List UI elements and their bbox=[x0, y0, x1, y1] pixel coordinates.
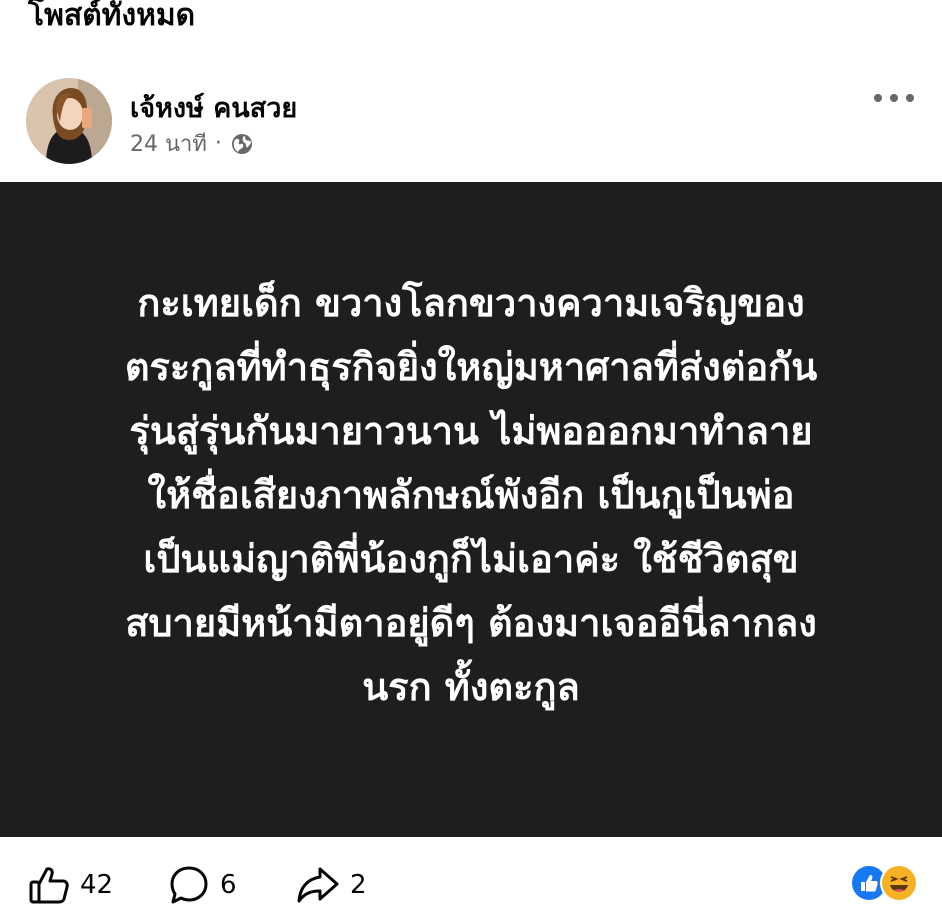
post-text-line: นรก ทั้งตะกูล bbox=[362, 664, 580, 709]
thumbs-up-icon bbox=[28, 864, 70, 906]
post-time[interactable]: 24 นาที bbox=[130, 126, 207, 161]
post-text: กะเทยเด็ก ขวางโลกขวางความเจริญของ ตระกูล… bbox=[71, 271, 871, 719]
like-count: 42 bbox=[80, 870, 114, 900]
globe-icon bbox=[230, 132, 254, 156]
haha-reaction-icon bbox=[880, 864, 918, 902]
post-text-line: เป็นแม่ญาติพี่น้องกูก็ไม่เอาค่ะ ใช้ชีวิต… bbox=[143, 536, 799, 581]
post-header: เจ้หงษ์ คนสวย 24 นาที · bbox=[0, 70, 942, 170]
post-text-line: กะเทยเด็ก ขวางโลกขวางความเจริญของ bbox=[137, 280, 805, 325]
dot-icon bbox=[874, 94, 882, 102]
share-button[interactable]: 2 bbox=[296, 864, 367, 906]
like-button[interactable]: 42 bbox=[28, 864, 113, 906]
post-text-line: ตระกูลที่ทำธุรกิจยิ่งใหญ่มหาศาลที่ส่งต่อ… bbox=[124, 344, 818, 389]
comment-bubble-icon bbox=[168, 864, 210, 906]
post-text-line: ให้ชื่อเสียงภาพลักษณ์พังอีก เป็นกูเป็นพ่… bbox=[147, 472, 795, 517]
meta-separator: · bbox=[214, 131, 222, 156]
dot-icon bbox=[890, 94, 898, 102]
avatar-photo-icon bbox=[26, 78, 112, 164]
post-text-background: กะเทยเด็ก ขวางโลกขวางความเจริญของ ตระกูล… bbox=[0, 182, 942, 837]
avatar[interactable] bbox=[26, 78, 112, 164]
reactions-summary[interactable] bbox=[850, 864, 922, 904]
author-name[interactable]: เจ้หงษ์ คนสวย bbox=[130, 86, 297, 129]
more-options-button[interactable] bbox=[874, 86, 914, 110]
share-count: 2 bbox=[350, 870, 367, 900]
post-text-line: รุ่นสู่รุ่นกันมายาวนาน ไม่พอออกมาทำลาย bbox=[129, 408, 813, 453]
share-arrow-icon bbox=[296, 864, 340, 906]
page-title: โพสต์ทั้งหมด bbox=[28, 0, 196, 33]
dot-icon bbox=[906, 94, 914, 102]
comment-button[interactable]: 6 bbox=[168, 864, 237, 906]
post-text-line: สบายมีหน้ามีตาอยู่ดีๆ ต้องมาเจออีนี่ลากล… bbox=[125, 600, 817, 645]
post-meta: 24 นาที · bbox=[130, 126, 254, 161]
comment-count: 6 bbox=[220, 870, 237, 900]
post-actions-bar: 42 6 2 bbox=[0, 852, 942, 914]
